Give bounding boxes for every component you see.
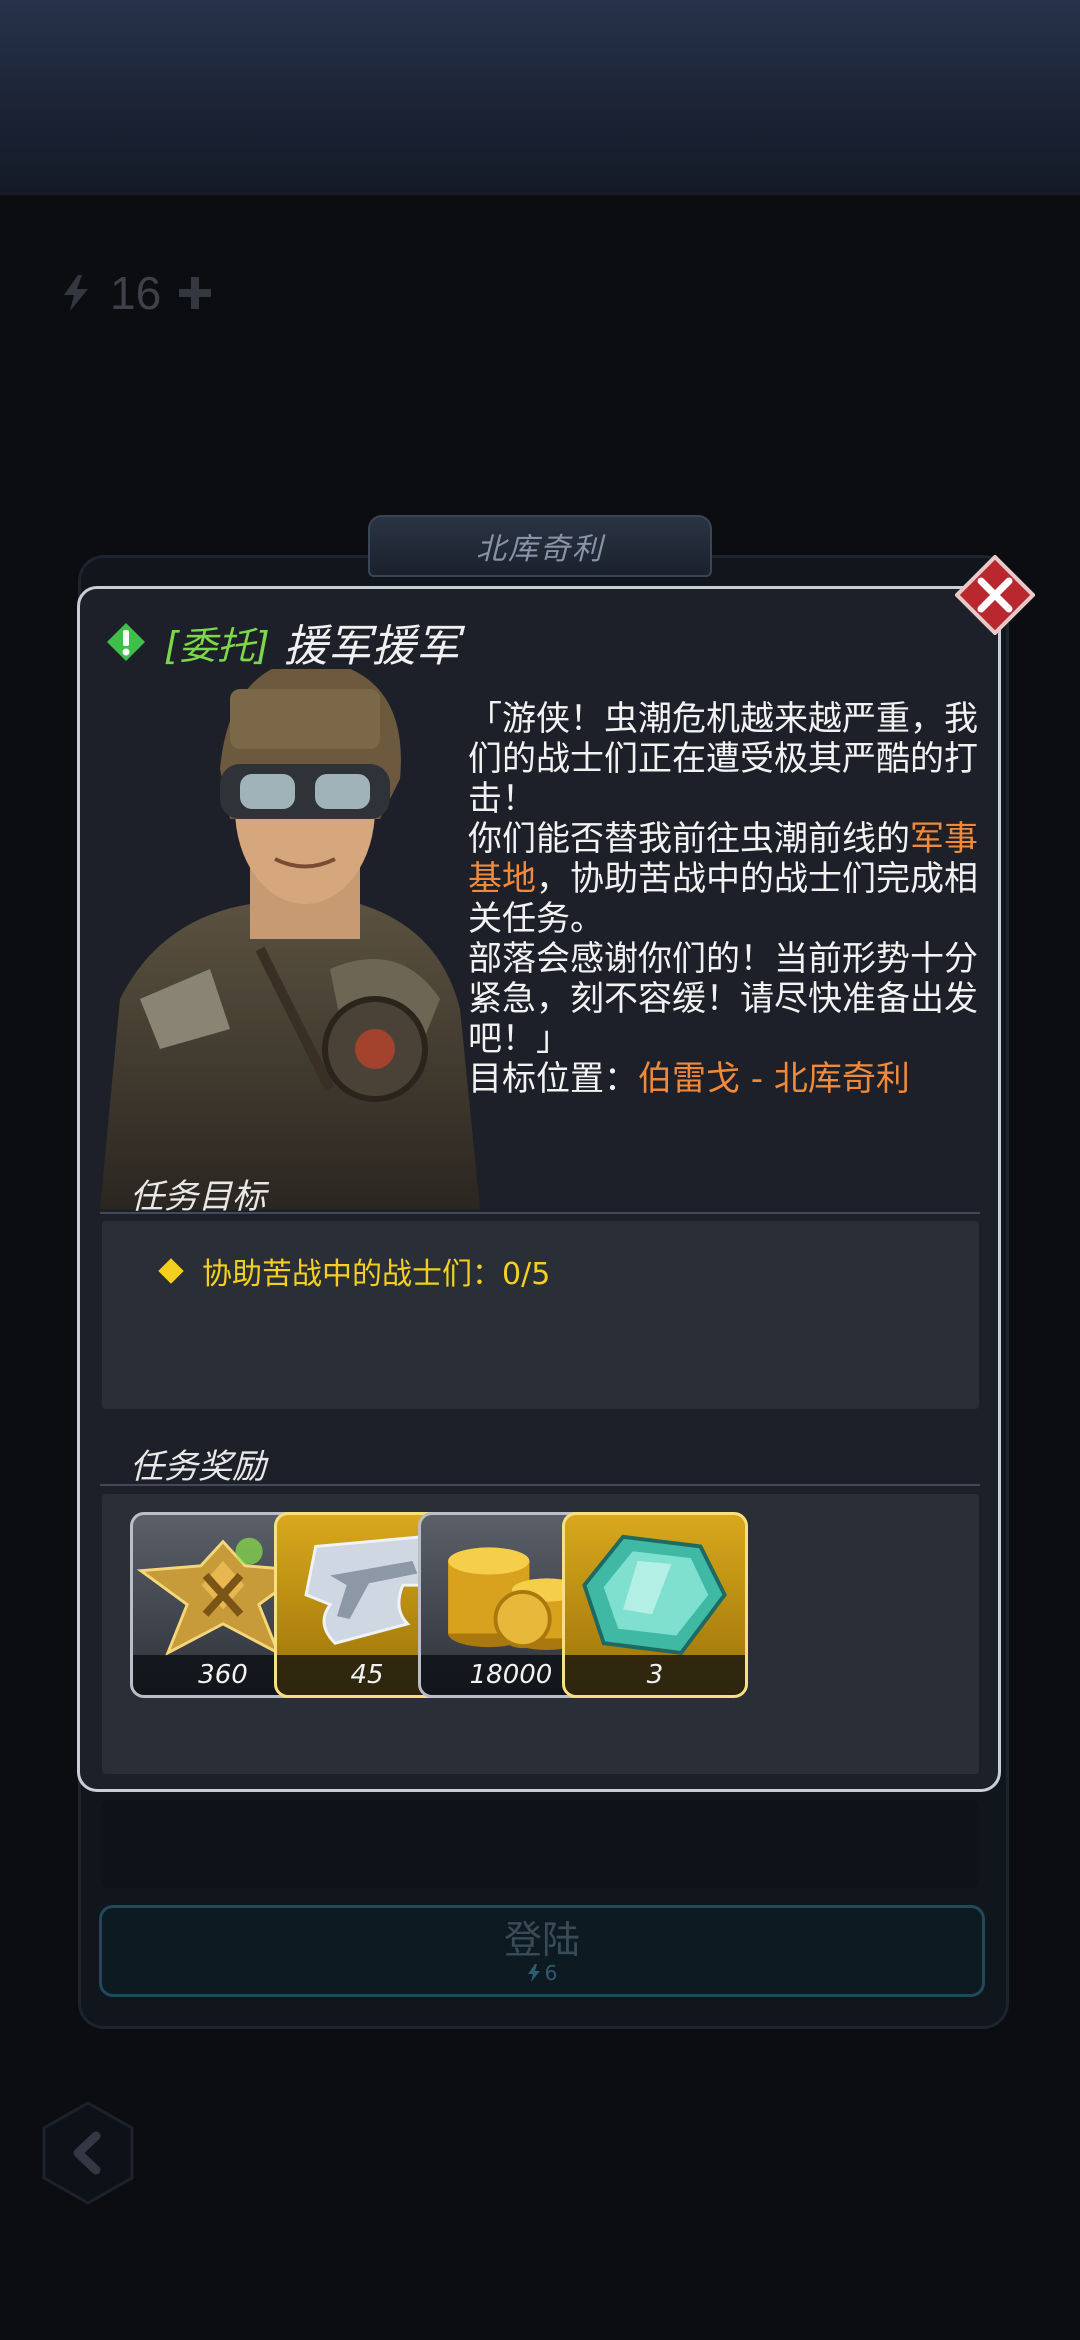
objective-item: 协助苦战中的战士们：0/5	[158, 1249, 551, 1293]
mission-title: 援军援军	[283, 621, 460, 672]
exclamation-icon	[107, 623, 145, 661]
crystal-gem-icon	[582, 1534, 727, 1655]
divider	[100, 1212, 980, 1214]
login-cost: 6	[527, 1961, 558, 1985]
top-banner	[0, 0, 1080, 195]
energy-counter-value: 16	[110, 267, 162, 319]
soldier-portrait	[100, 669, 480, 1209]
dialog-title-row: [委托] 援军援军	[106, 609, 460, 675]
story-paragraph-2: 你们能否替我前往虫潮前线的军事基地，协助苦战中的战士们完成相关任务。	[468, 819, 988, 939]
close-button[interactable]	[955, 555, 1035, 635]
mission-type-tag: [委托]	[164, 623, 270, 668]
lightning-icon	[527, 1964, 540, 1982]
objective-text: 协助苦战中的战士们：0/5	[202, 1257, 551, 1292]
reward-count: 3	[565, 1655, 745, 1695]
login-button[interactable]: 登陆 6	[99, 1905, 985, 1997]
background-strip	[102, 1800, 978, 1888]
mission-dialog: [委托] 援军援军 「游侠！虫潮危机越来越严重，我们的战士们正在遭受极其严酷的打…	[77, 586, 1001, 1792]
add-icon[interactable]	[175, 273, 215, 313]
target-location: 目标位置：伯雷戈 - 北库奇利	[468, 1059, 988, 1099]
rewards-title: 任务奖励	[130, 1447, 266, 1487]
target-location-value: 伯雷戈 - 北库奇利	[638, 1059, 910, 1099]
diamond-bullet-icon	[158, 1258, 184, 1284]
energy-counter: 16	[56, 258, 296, 328]
divider	[100, 1484, 980, 1486]
rewards-panel: 360 45 18000 3	[102, 1494, 979, 1774]
login-button-label: 登陆	[503, 1918, 580, 1962]
reward-item[interactable]: 3	[562, 1512, 748, 1698]
target-location-label: 目标位置：	[468, 1059, 638, 1099]
story-text: ，协助苦战中的战士们完成相关任务。	[468, 859, 978, 939]
story-paragraph-3: 部落会感谢你们的！当前形势十分紧急，刻不容缓！请尽快准备出发吧！」	[468, 939, 978, 1059]
mission-story: 「游侠！虫潮危机越来越严重，我们的战士们正在遭受极其严酷的打击！ 你们能否替我前…	[468, 699, 988, 1099]
login-cost-value: 6	[544, 1961, 558, 1985]
objectives-title: 任务目标	[130, 1177, 266, 1217]
location-tab: 北库奇利	[368, 515, 712, 577]
story-paragraph-1: 「游侠！虫潮危机越来越严重，我们的战士们正在遭受极其严酷的打击！	[468, 699, 978, 819]
location-tab-label: 北库奇利	[476, 532, 604, 567]
lightning-icon	[64, 275, 88, 311]
objectives-panel: 协助苦战中的战士们：0/5	[102, 1221, 979, 1409]
back-button[interactable]	[40, 2100, 136, 2206]
story-text: 你们能否替我前往虫潮前线的	[468, 819, 910, 859]
